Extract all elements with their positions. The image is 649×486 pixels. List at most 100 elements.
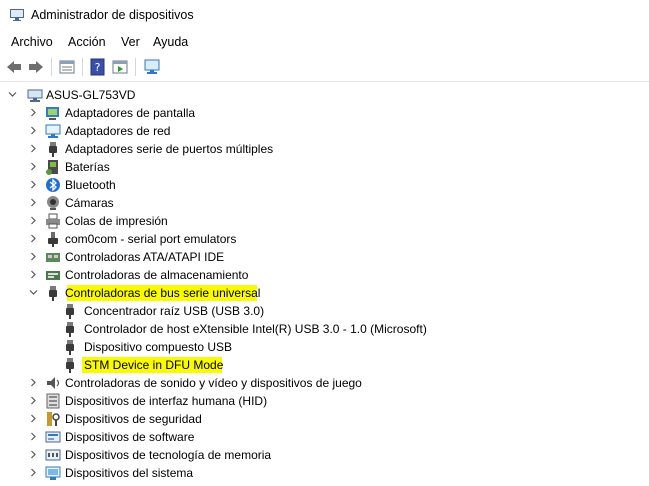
scan-hardware-icon[interactable]	[143, 58, 161, 76]
window-title: Administrador de dispositivos	[31, 8, 194, 22]
node-label: Concentrador raíz USB (USB 3.0)	[84, 304, 265, 318]
menu-bar: Archivo Acción Ver Ayuda	[0, 31, 649, 53]
svg-text:?: ?	[95, 61, 101, 74]
usb-icon	[49, 142, 57, 157]
usb-icon	[66, 358, 74, 373]
sound-icon	[47, 377, 60, 389]
node-label: STM Device in DFU Mode	[84, 358, 224, 372]
computer-icon	[27, 89, 43, 102]
node-label: Adaptadores de pantalla	[65, 106, 196, 120]
hid-icon	[46, 393, 60, 409]
usb-icon	[66, 340, 74, 355]
system-device-icon	[45, 466, 61, 480]
network-adapter-icon	[45, 124, 61, 138]
menu-ver[interactable]: Ver	[121, 35, 140, 49]
node-label: Controladoras de bus serie universal	[65, 286, 261, 300]
toolbar-separator	[51, 58, 52, 76]
node-label: Adaptadores serie de puertos múltiples	[65, 142, 274, 156]
node-label: ASUS-GL753VD	[46, 88, 136, 102]
tree-node-colas-de-impresion[interactable]: Colas de impresión	[0, 212, 649, 230]
tree-node-controladoras-ata-atapi-ide[interactable]: Controladoras ATA/ATAPI IDE	[0, 248, 649, 266]
battery-icon	[46, 160, 58, 175]
expand-chevron-icon[interactable]	[28, 215, 39, 226]
display-adapter-icon	[46, 107, 59, 120]
forward-icon[interactable]	[27, 58, 45, 76]
expand-chevron-icon[interactable]	[28, 233, 39, 244]
help-icon[interactable]: ?	[89, 58, 107, 76]
usb-icon	[66, 322, 74, 337]
tree-node-adaptadores-de-red[interactable]: Adaptadores de red	[0, 122, 649, 140]
tree-node-camaras[interactable]: Cámaras	[0, 194, 649, 212]
update-driver-icon[interactable]	[111, 58, 129, 76]
node-label: com0com - serial port emulators	[65, 232, 237, 246]
expand-chevron-icon[interactable]	[28, 413, 39, 424]
menu-ayuda[interactable]: Ayuda	[153, 35, 188, 49]
node-label: Dispositivos de seguridad	[65, 412, 202, 426]
expand-chevron-icon[interactable]	[28, 269, 39, 280]
tree-node-bluetooth[interactable]: Bluetooth	[0, 176, 649, 194]
back-icon[interactable]	[5, 58, 23, 76]
software-device-icon	[45, 431, 61, 443]
node-label: Dispositivos de tecnología de memoria	[65, 448, 272, 462]
expand-chevron-icon[interactable]	[28, 143, 39, 154]
expand-chevron-icon[interactable]	[28, 125, 39, 136]
expand-chevron-icon[interactable]	[28, 431, 39, 442]
expand-chevron-icon[interactable]	[28, 449, 39, 460]
tree-node-controladoras-de-almacenamiento[interactable]: Controladoras de almacenamiento	[0, 266, 649, 284]
device-tree: ASUS-GL753VD Adaptadores de pantalla Adapt…	[0, 84, 649, 486]
tree-child-stm-device-in-dfu-mode[interactable]: STM Device in DFU Mode	[0, 356, 649, 374]
node-label: Colas de impresión	[65, 214, 168, 228]
expand-chevron-icon[interactable]	[28, 395, 39, 406]
tree-root[interactable]: ASUS-GL753VD	[0, 86, 649, 104]
toolbar: ?	[0, 53, 649, 82]
tree-node-dispositivos-del-sistema[interactable]: Dispositivos del sistema	[0, 464, 649, 482]
security-device-icon	[47, 412, 60, 426]
node-label: Dispositivos del sistema	[65, 466, 194, 480]
node-label: Cámaras	[65, 196, 114, 210]
tree-node-dispositivos-de-tecnologia-de-memoria[interactable]: Dispositivos de tecnología de memoria	[0, 446, 649, 464]
toolbar-separator	[135, 58, 136, 76]
node-label: Controlador de host eXtensible Intel(R) …	[84, 322, 427, 336]
device-manager-icon	[10, 9, 24, 21]
collapse-chevron-icon[interactable]	[28, 287, 39, 298]
camera-icon	[47, 196, 59, 210]
tree-node-adaptadores-serie-de-puertos-multiples[interactable]: Adaptadores serie de puertos múltiples	[0, 140, 649, 158]
tree-child-controlador-de-host-extensible-intel-r-usb-3-0-1-0-microsoft[interactable]: Controlador de host eXtensible Intel(R) …	[0, 320, 649, 338]
toolbar-separator	[82, 58, 83, 76]
bluetooth-icon	[46, 178, 60, 192]
node-label: Bluetooth	[65, 178, 116, 192]
expand-chevron-icon[interactable]	[28, 161, 39, 172]
tree-node-dispositivos-de-seguridad[interactable]: Dispositivos de seguridad	[0, 410, 649, 428]
tree-node-adaptadores-de-pantalla[interactable]: Adaptadores de pantalla	[0, 104, 649, 122]
properties-icon[interactable]	[58, 58, 76, 76]
node-label: Baterías	[65, 160, 110, 174]
node-label: Adaptadores de red	[65, 124, 171, 138]
printer-icon	[46, 213, 60, 229]
tree-child-dispositivo-compuesto-usb[interactable]: Dispositivo compuesto USB	[0, 338, 649, 356]
tree-node-com0com-serial-port-emulators[interactable]: com0com - serial port emulators	[0, 230, 649, 248]
collapse-chevron-icon[interactable]	[7, 89, 18, 100]
expand-chevron-icon[interactable]	[28, 107, 39, 118]
tree-child-concentrador-raiz-usb-usb-3-0[interactable]: Concentrador raíz USB (USB 3.0)	[0, 302, 649, 320]
expand-chevron-icon[interactable]	[28, 197, 39, 208]
node-label: Dispositivo compuesto USB	[84, 340, 233, 354]
usb-icon	[66, 304, 74, 319]
tree-node-controladoras-de-sonido-y-video-y-dispositivos-de-juego[interactable]: Controladoras de sonido y vídeo y dispos…	[0, 374, 649, 392]
memory-device-icon	[45, 449, 61, 461]
expand-chevron-icon[interactable]	[28, 377, 39, 388]
tree-node-baterias[interactable]: Baterías	[0, 158, 649, 176]
node-label: Controladoras ATA/ATAPI IDE	[65, 250, 225, 264]
menu-accion[interactable]: Acción	[68, 35, 106, 49]
node-label: Dispositivos de software	[65, 430, 195, 444]
port-icon	[48, 232, 58, 247]
tree-node-dispositivos-de-software[interactable]: Dispositivos de software	[0, 428, 649, 446]
tree-node-controladoras-de-bus-serie-universal[interactable]: Controladoras de bus serie universal	[0, 284, 649, 302]
expand-chevron-icon[interactable]	[28, 251, 39, 262]
title-bar: Administrador de dispositivos	[0, 0, 649, 31]
node-label: Dispositivos de interfaz humana (HID)	[65, 394, 268, 408]
expand-chevron-icon[interactable]	[28, 179, 39, 190]
expand-chevron-icon[interactable]	[28, 467, 39, 478]
tree-node-dispositivos-de-interfaz-humana-hid[interactable]: Dispositivos de interfaz humana (HID)	[0, 392, 649, 410]
usb-icon	[49, 286, 57, 301]
menu-archivo[interactable]: Archivo	[11, 35, 53, 49]
